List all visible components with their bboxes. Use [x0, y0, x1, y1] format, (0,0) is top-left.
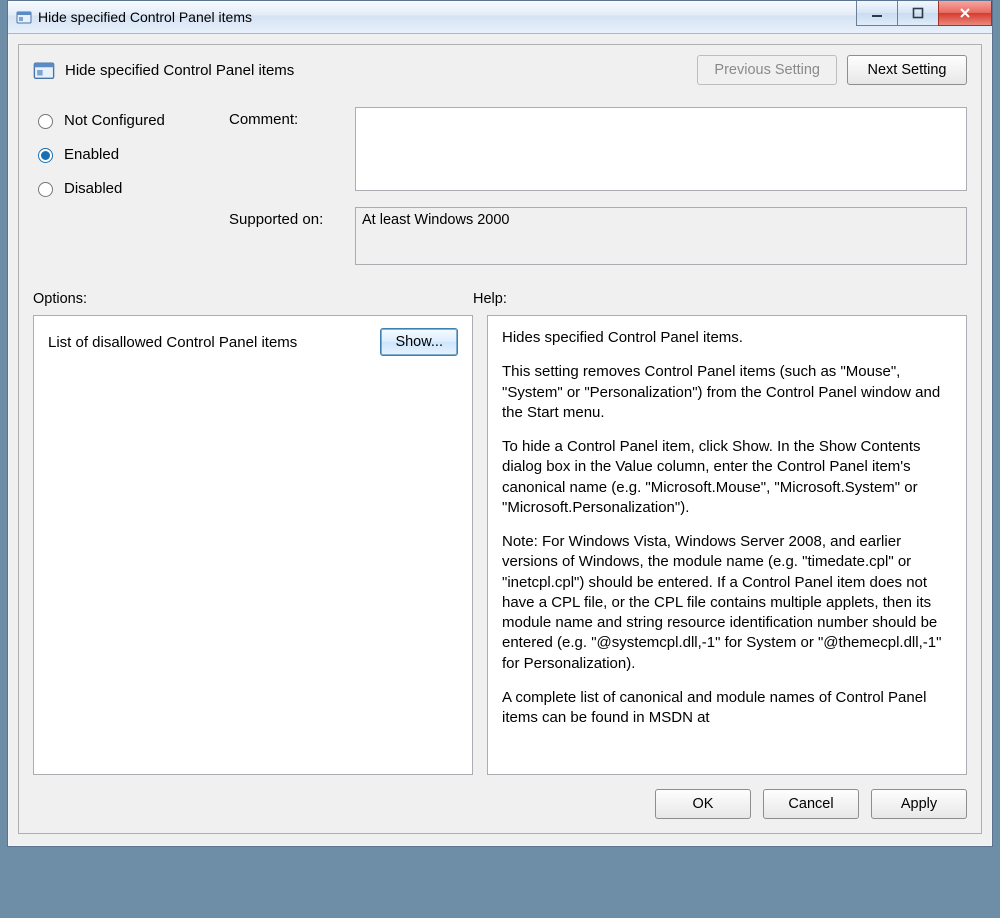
comment-input[interactable]: [355, 107, 967, 191]
help-text: This setting removes Control Panel items…: [502, 362, 952, 423]
radio-enabled-input[interactable]: [38, 148, 53, 163]
client-area: Hide specified Control Panel items Previ…: [8, 34, 992, 846]
options-pane: List of disallowed Control Panel items S…: [33, 315, 473, 775]
policy-icon: [33, 59, 55, 81]
panel-header: Hide specified Control Panel items Previ…: [33, 55, 967, 85]
previous-setting-button[interactable]: Previous Setting: [697, 55, 837, 85]
section-headers: Options: Help:: [33, 291, 967, 307]
help-text: Hides specified Control Panel items.: [502, 328, 952, 348]
radio-enabled[interactable]: Enabled: [33, 145, 223, 163]
titlebar[interactable]: Hide specified Control Panel items: [8, 1, 992, 34]
dialog-footer: OK Cancel Apply: [33, 789, 967, 819]
help-text: To hide a Control Panel item, click Show…: [502, 437, 952, 518]
help-pane[interactable]: Hides specified Control Panel items. Thi…: [487, 315, 967, 775]
radio-label: Disabled: [64, 180, 122, 197]
main-panel: Hide specified Control Panel items Previ…: [18, 44, 982, 834]
state-radios: Not Configured Enabled Disabled: [33, 107, 223, 197]
lower-panes: List of disallowed Control Panel items S…: [33, 315, 967, 775]
close-button[interactable]: [938, 1, 992, 26]
minimize-button[interactable]: [856, 1, 898, 26]
supported-on-label: Supported on:: [229, 207, 349, 265]
help-text: Note: For Windows Vista, Windows Server …: [502, 532, 952, 674]
radio-not-configured-input[interactable]: [38, 114, 53, 129]
show-button[interactable]: Show...: [380, 328, 458, 356]
help-text: A complete list of canonical and module …: [502, 688, 952, 729]
ok-button[interactable]: OK: [655, 789, 751, 819]
apply-button[interactable]: Apply: [871, 789, 967, 819]
options-item: List of disallowed Control Panel items S…: [48, 328, 458, 356]
dialog-window: Hide specified Control Panel items: [7, 0, 993, 847]
radio-label: Not Configured: [64, 112, 165, 129]
radio-disabled-input[interactable]: [38, 182, 53, 197]
panel-title: Hide specified Control Panel items: [65, 62, 294, 79]
supported-on-value: [355, 207, 967, 265]
options-header: Options:: [33, 291, 473, 307]
window-controls: [857, 1, 992, 26]
configuration-grid: Not Configured Enabled Disabled Comment:…: [33, 107, 967, 265]
radio-disabled[interactable]: Disabled: [33, 179, 223, 197]
radio-not-configured[interactable]: Not Configured: [33, 111, 223, 129]
comment-label: Comment:: [229, 107, 349, 128]
maximize-button[interactable]: [897, 1, 939, 26]
window-title: Hide specified Control Panel items: [38, 9, 252, 25]
disallowed-items-label: List of disallowed Control Panel items: [48, 334, 297, 351]
cancel-button[interactable]: Cancel: [763, 789, 859, 819]
next-setting-button[interactable]: Next Setting: [847, 55, 967, 85]
help-header: Help:: [473, 291, 507, 307]
policy-icon: [16, 9, 32, 25]
radio-label: Enabled: [64, 146, 119, 163]
